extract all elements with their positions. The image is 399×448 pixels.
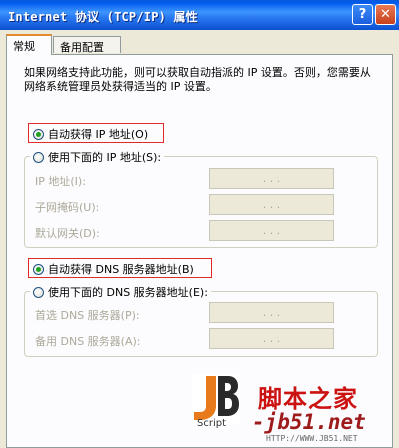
ip-auto-option[interactable]: 自动获得 IP 地址(O) (33, 126, 148, 142)
radio-selected-icon[interactable] (33, 263, 44, 275)
window-title: Internet 协议 (TCP/IP) 属性 (8, 10, 198, 24)
help-icon[interactable]: ? (352, 4, 373, 25)
radio-unselected-icon[interactable] (33, 286, 44, 298)
close-icon[interactable]: ✕ (375, 4, 396, 25)
dns-manual-option[interactable]: 使用下面的 DNS 服务器地址(E): (30, 284, 211, 300)
dns-manual-label: 使用下面的 DNS 服务器地址(E): (48, 286, 208, 299)
ip-manual-option[interactable]: 使用下面的 IP 地址(S): (30, 149, 165, 165)
description-text: 如果网络支持此功能，则可以获取自动指派的 IP 设置。否则，您需要从网络系统管理… (24, 66, 371, 93)
watermark-script: Script (197, 418, 227, 429)
alternate-dns-field[interactable]: . . . (209, 328, 334, 349)
preferred-dns-field[interactable]: . . . (209, 302, 334, 323)
radio-unselected-icon[interactable] (33, 151, 44, 163)
ip-manual-label: 使用下面的 IP 地址(S): (48, 151, 162, 164)
tab-alternate-configuration[interactable]: 备用配置 (53, 36, 121, 54)
watermark-url: -jb51.net (252, 410, 366, 434)
ip-address-field[interactable]: . . . (209, 168, 334, 189)
default-gateway-field[interactable]: . . . (209, 220, 334, 241)
watermark-sub-url: HTTP://WWW.JB51.NET (266, 434, 358, 443)
default-gateway-label: 默认网关(D): (35, 227, 100, 240)
subnet-mask-label: 子网掩码(U): (35, 201, 100, 214)
alternate-dns-label: 备用 DNS 服务器(A): (35, 335, 141, 348)
radio-selected-icon[interactable] (33, 128, 44, 140)
title-bar: Internet 协议 (TCP/IP) 属性 ? ✕ (0, 0, 399, 30)
ip-address-label: IP 地址(I): (35, 175, 86, 188)
subnet-mask-field[interactable]: . . . (209, 194, 334, 215)
dns-auto-option[interactable]: 自动获得 DNS 服务器地址(B) (33, 261, 194, 277)
ip-auto-label: 自动获得 IP 地址(O) (48, 128, 149, 141)
watermark-site-name: 脚本之家 (258, 384, 358, 413)
preferred-dns-label: 首选 DNS 服务器(P): (35, 309, 140, 322)
tab-general[interactable]: 常规 (6, 34, 52, 55)
jb51-logo (192, 374, 240, 424)
dns-auto-label: 自动获得 DNS 服务器地址(B) (48, 263, 194, 276)
